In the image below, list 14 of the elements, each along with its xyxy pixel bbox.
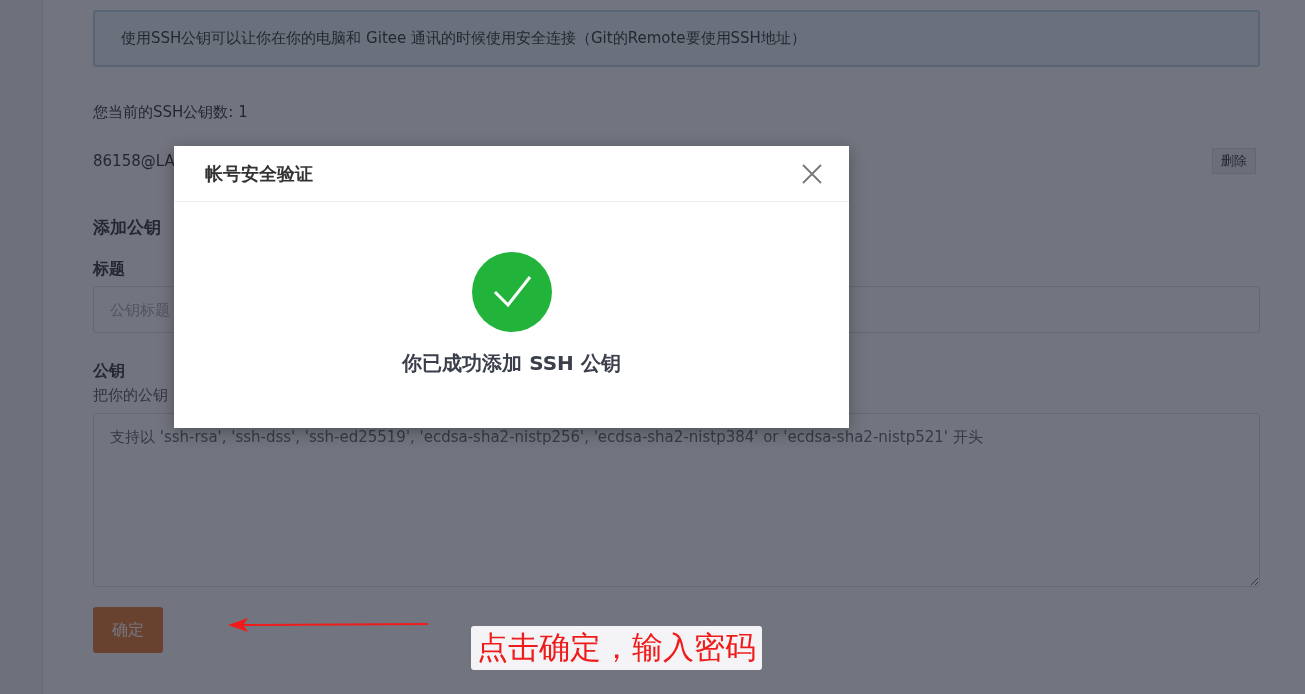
key-count: 您当前的SSH公钥数: 1 [93, 103, 249, 122]
close-icon[interactable] [801, 162, 823, 185]
dialog-title: 帐号安全验证 [205, 161, 313, 186]
field-hint: 把你的公钥 [93, 386, 168, 405]
annotation-text: 点击确定，输入密码 [471, 626, 762, 670]
success-message: 你已成功添加 SSH 公钥 [402, 350, 621, 377]
key-name: 86158@LA [93, 152, 175, 170]
section-heading: 添加公钥 [93, 216, 161, 239]
field-label: 标题 [93, 259, 125, 280]
confirm-button[interactable]: 确定 [93, 607, 163, 653]
success-check-icon [471, 252, 552, 332]
notice-text: 使用SSH公钥可以让你在你的电脑和 Gitee 通讯的时候使用安全连接（Git的Remote要使用SSH地址） [93, 10, 1260, 67]
delete-button[interactable]: 删除 [1212, 148, 1256, 174]
field-label: 公钥 [93, 361, 125, 382]
